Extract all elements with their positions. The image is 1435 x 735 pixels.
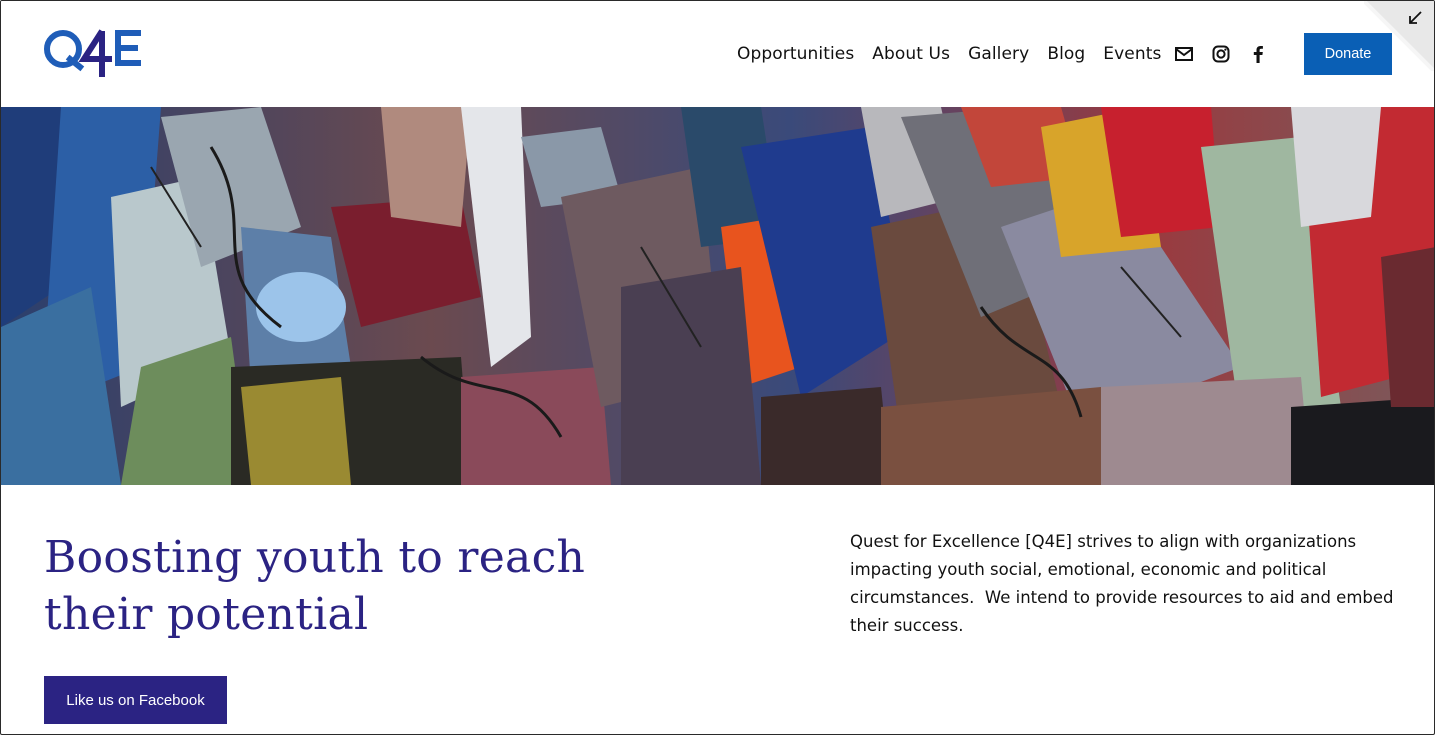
instagram-icon[interactable] (1211, 44, 1231, 64)
nav-events[interactable]: Events (1103, 41, 1161, 67)
hero-banner-image (1, 107, 1434, 485)
like-facebook-button[interactable]: Like us on Facebook (44, 676, 227, 724)
nav-about-us[interactable]: About Us (872, 41, 950, 67)
nav-opportunities[interactable]: Opportunities (737, 41, 854, 67)
hero-description: Quest for Excellence [Q4E] strives to al… (850, 532, 1399, 635)
main-nav: Opportunities About Us Gallery Blog Even… (737, 41, 1179, 67)
q4e-logo[interactable] (44, 27, 146, 81)
mail-icon[interactable] (1174, 44, 1194, 64)
facebook-icon[interactable] (1248, 44, 1268, 64)
page-frame: Opportunities About Us Gallery Blog Even… (0, 0, 1435, 735)
nav-blog[interactable]: Blog (1047, 41, 1085, 67)
nav-gallery[interactable]: Gallery (968, 41, 1029, 67)
hero-headline: Boosting youth to reach their potential (44, 532, 586, 640)
collapse-arrow-icon[interactable] (1406, 9, 1424, 27)
site-header: Opportunities About Us Gallery Blog Even… (1, 1, 1434, 107)
